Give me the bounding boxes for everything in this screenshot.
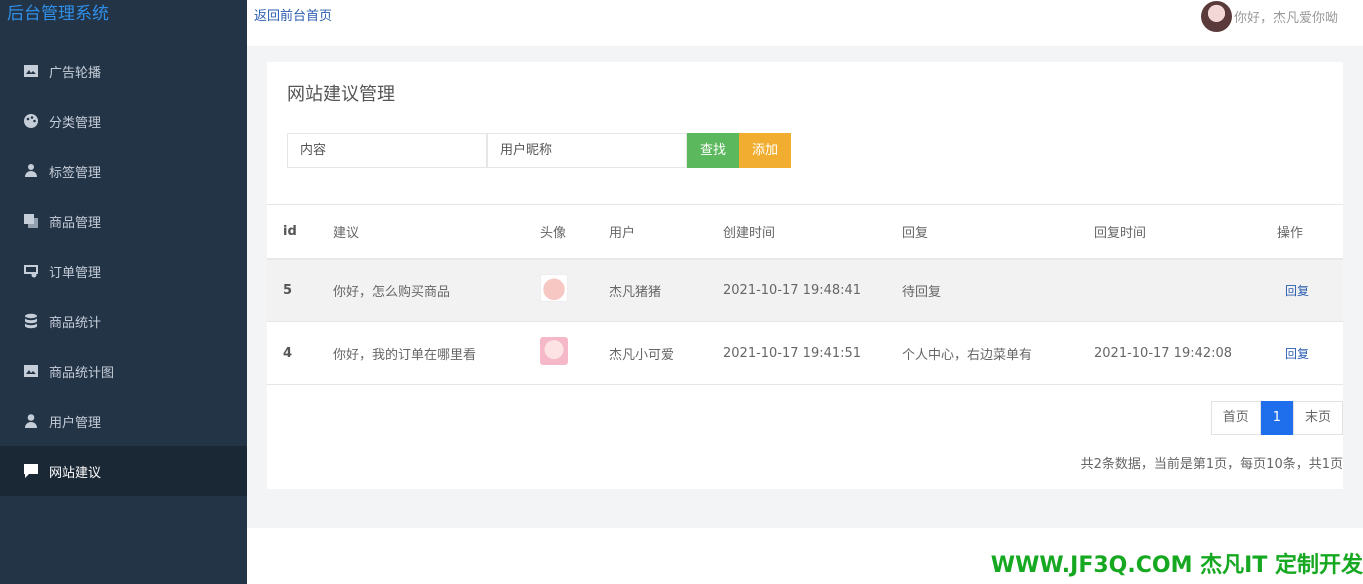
sidebar-item-tags[interactable]: 标签管理 (0, 146, 247, 196)
content-search-input[interactable] (287, 133, 487, 168)
sidebar-item-label: 商品统计 (49, 315, 102, 331)
user-menu[interactable]: 你好，杰凡爱你呦 (1200, 1, 1338, 32)
sidebar-item-suggestions[interactable]: 网站建议 (0, 446, 247, 496)
pig-avatar-image (540, 274, 568, 303)
cell-avatar (540, 321, 609, 385)
cell-user: 杰凡小可爱 (609, 321, 723, 385)
col-id: id (267, 204, 333, 260)
sidebar-item-label: 商品统计图 (49, 365, 115, 381)
sidebar: 后台管理系统 广告轮播 分类管理 标签管理 商品管理 订单管理 商品统计 商品统… (0, 0, 247, 584)
sidebar-item-label: 分类管理 (49, 115, 102, 131)
table-row: 4 你好，我的订单在哪里看 杰凡小可爱 2021-10-17 19:41:51 … (267, 321, 1343, 385)
suggestions-table: id 建议 头像 用户 创建时间 回复 回复时间 操作 5 你好，怎么购买商品 … (267, 204, 1343, 385)
cell-reply-time (1094, 258, 1277, 322)
user-search-input[interactable] (487, 133, 687, 168)
sidebar-item-label: 网站建议 (49, 465, 102, 481)
cell-created: 2021-10-17 19:41:51 (723, 321, 902, 385)
sidebar-item-label: 订单管理 (49, 265, 102, 281)
screen-search-icon (22, 262, 40, 280)
cell-reply: 个人中心，右边菜单有 (902, 321, 1094, 385)
col-created: 创建时间 (723, 204, 902, 260)
user-tag-icon (22, 162, 40, 180)
find-button[interactable]: 查找 (687, 133, 740, 168)
cell-action: 回复 (1277, 258, 1343, 322)
user-icon (22, 412, 40, 430)
greeting-text: 你好，杰凡爱你呦 (1233, 11, 1338, 26)
sidebar-item-product-stats[interactable]: 商品统计 (0, 296, 247, 346)
col-suggestion: 建议 (333, 204, 540, 260)
image-icon (22, 62, 40, 80)
cell-reply-time: 2021-10-17 19:42:08 (1094, 321, 1277, 385)
chat-icon (22, 462, 40, 480)
search-form: 查找 添加 (287, 133, 792, 168)
sidebar-item-products[interactable]: 商品管理 (0, 196, 247, 246)
image-icon (22, 362, 40, 380)
cell-created: 2021-10-17 19:48:41 (723, 258, 902, 322)
cell-reply: 待回复 (902, 258, 1094, 322)
watermark-text: WWW.JF3Q.COM 杰凡IT 定制开发 (990, 553, 1363, 578)
first-page-button[interactable]: 首页 (1210, 401, 1261, 435)
col-reply: 回复 (902, 204, 1094, 260)
sidebar-item-product-chart[interactable]: 商品统计图 (0, 346, 247, 396)
sidebar-item-label: 用户管理 (49, 415, 102, 431)
col-avatar: 头像 (540, 204, 609, 260)
cell-avatar (540, 258, 609, 322)
sidebar-item-label: 广告轮播 (49, 65, 102, 81)
avatar (1200, 1, 1232, 32)
page-title: 网站建议管理 (287, 84, 395, 105)
cell-suggestion: 你好，我的订单在哪里看 (333, 321, 540, 385)
cell-id: 5 (267, 258, 333, 322)
sidebar-item-orders[interactable]: 订单管理 (0, 246, 247, 296)
brand-title: 后台管理系统 (0, 0, 247, 46)
add-button[interactable]: 添加 (739, 133, 792, 168)
top-bar: 返回前台首页 你好，杰凡爱你呦 (247, 0, 1363, 46)
sidebar-item-label: 标签管理 (49, 165, 102, 181)
cell-suggestion: 你好，怎么购买商品 (333, 258, 540, 322)
col-action: 操作 (1277, 204, 1343, 260)
last-page-button[interactable]: 末页 (1292, 401, 1343, 435)
current-page-button[interactable]: 1 (1260, 401, 1293, 435)
girl-avatar-image (540, 337, 568, 365)
copy-icon (22, 212, 40, 230)
pagination: 首页 1 末页 (1210, 401, 1343, 435)
palette-icon (22, 112, 40, 130)
suggestions-panel: 网站建议管理 查找 添加 id 建议 头像 用户 创建时间 回复 回复时间 操作… (267, 62, 1343, 489)
sidebar-item-categories[interactable]: 分类管理 (0, 96, 247, 146)
sidebar-item-ads[interactable]: 广告轮播 (0, 46, 247, 96)
page-info: 共2条数据，当前是第1页，每页10条，共1页 (1080, 457, 1343, 472)
back-to-home-link[interactable]: 返回前台首页 (254, 5, 332, 24)
cell-id: 4 (267, 321, 333, 385)
col-reply-time: 回复时间 (1094, 204, 1277, 260)
cell-action: 回复 (1277, 321, 1343, 385)
col-user: 用户 (609, 204, 723, 260)
table-row: 5 你好，怎么购买商品 杰凡猪猪 2021-10-17 19:48:41 待回复… (267, 258, 1343, 322)
sidebar-item-label: 商品管理 (49, 215, 102, 231)
reply-link[interactable]: 回复 (1285, 284, 1309, 298)
cell-user: 杰凡猪猪 (609, 258, 723, 322)
footer-area: WWW.JF3Q.COM 杰凡IT 定制开发 (247, 528, 1363, 584)
table-header-row: id 建议 头像 用户 创建时间 回复 回复时间 操作 (267, 204, 1343, 260)
database-icon (22, 312, 40, 330)
sidebar-item-users[interactable]: 用户管理 (0, 396, 247, 446)
reply-link[interactable]: 回复 (1285, 347, 1309, 361)
